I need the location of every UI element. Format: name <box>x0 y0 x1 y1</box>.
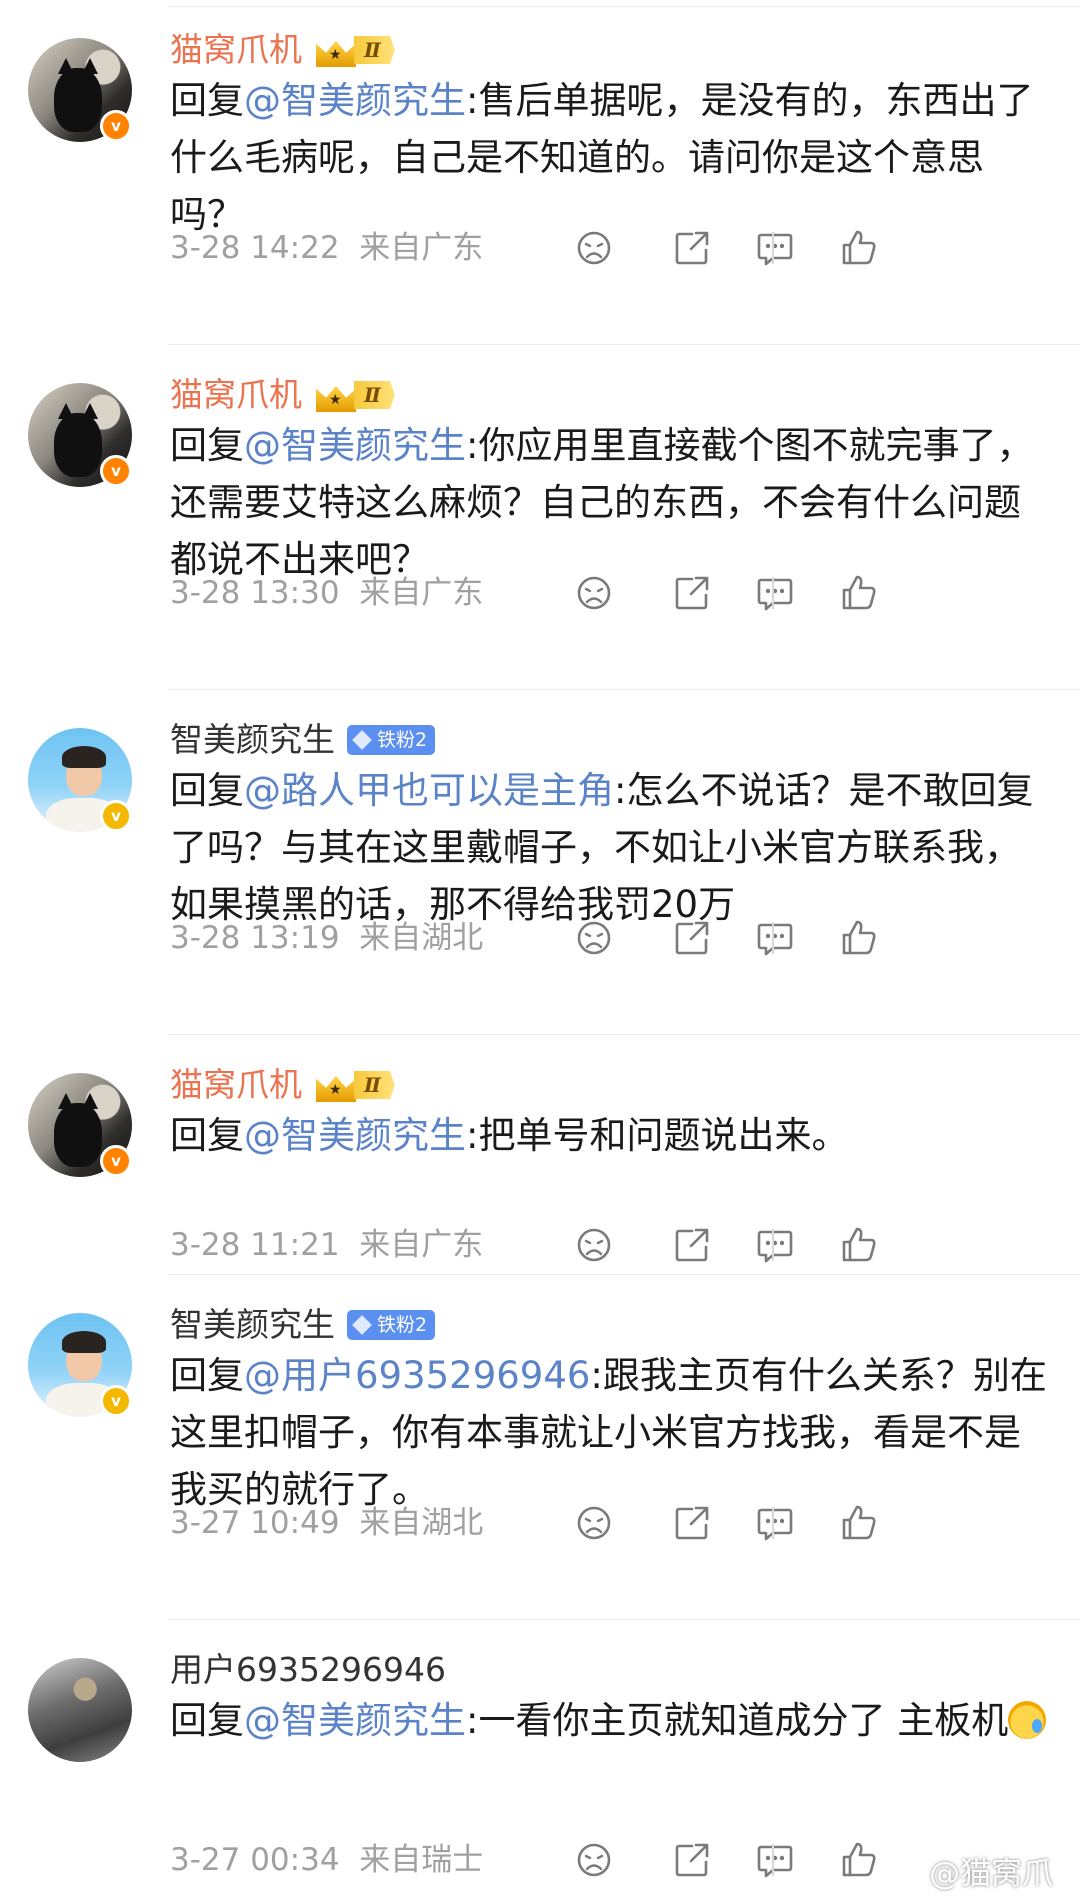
comment-icon[interactable] <box>753 1838 797 1882</box>
comment-text: 回复@智美颜究生:把单号和问题说出来。 <box>170 1114 849 1157</box>
dislike-icon[interactable] <box>572 916 616 960</box>
comment-item: v 智美颜究生 铁粉2 回复@路人甲也可以是主角:怎么不说话？是不敢回复了吗？与… <box>0 690 1080 1035</box>
comment-icon[interactable] <box>753 571 797 615</box>
fan-badge[interactable]: 铁粉2 <box>347 725 436 755</box>
like-icon[interactable] <box>837 226 881 270</box>
share-icon[interactable] <box>670 1501 714 1545</box>
verified-icon: v <box>100 455 132 487</box>
vip-badge[interactable]: ★ Ⅱ <box>314 32 395 68</box>
fan-badge[interactable]: 铁粉2 <box>347 1310 436 1340</box>
verified-icon: v <box>100 1145 132 1177</box>
comment-icon[interactable] <box>753 1501 797 1545</box>
comment-item: v 智美颜究生 铁粉2 回复@用户6935296946:跟我主页有什么关系？别在… <box>0 1275 1080 1620</box>
share-icon[interactable] <box>670 226 714 270</box>
action-bar <box>0 226 1080 274</box>
username[interactable]: 猫窝爪机 <box>170 30 302 70</box>
vip-badge[interactable]: ★ Ⅱ <box>314 377 395 413</box>
avatar[interactable] <box>28 1658 132 1762</box>
comment-text: 回复@用户6935296946:跟我主页有什么关系？别在这里扣帽子，你有本事就让… <box>170 1354 1047 1511</box>
comment-item: v 猫窝爪机 ★ Ⅱ 回复@智美颜究生:把单号和问题说出来。 3-28 11:2… <box>0 1035 1080 1275</box>
mention-link[interactable]: @用户6935296946 <box>244 1354 590 1397</box>
verified-icon: v <box>100 800 132 832</box>
mention-link[interactable]: @智美颜究生 <box>244 1114 466 1157</box>
username[interactable]: 智美颜究生 <box>170 720 335 760</box>
divider <box>772 1507 774 1539</box>
username[interactable]: 猫窝爪机 <box>170 1065 302 1105</box>
action-bar <box>0 1223 1080 1271</box>
comment-item: v 猫窝爪机 ★ Ⅱ 回复@智美颜究生:售后单据呢，是没有的，东西出了什么毛病呢… <box>0 0 1080 345</box>
like-icon[interactable] <box>837 1223 881 1267</box>
comment-text: 回复@智美颜究生:你应用里直接截个图不就完事了，还需要艾特这么麻烦？自己的东西，… <box>170 424 1034 581</box>
like-icon[interactable] <box>837 1501 881 1545</box>
divider <box>772 1844 774 1876</box>
share-icon[interactable] <box>670 916 714 960</box>
divider <box>772 577 774 609</box>
comment-text: 回复@智美颜究生:售后单据呢，是没有的，东西出了什么毛病呢，自己是不知道的。请问… <box>170 79 1034 236</box>
like-icon[interactable] <box>837 916 881 960</box>
comment-icon[interactable] <box>753 226 797 270</box>
share-icon[interactable] <box>670 571 714 615</box>
username[interactable]: 用户6935296946 <box>170 1650 446 1690</box>
mention-link[interactable]: @智美颜究生 <box>244 424 466 467</box>
dislike-icon[interactable] <box>572 571 616 615</box>
divider <box>772 922 774 954</box>
diamond-icon <box>352 730 372 750</box>
watermark: @猫窝爪机 <box>888 1848 1080 1898</box>
username[interactable]: 智美颜究生 <box>170 1305 335 1345</box>
mention-link[interactable]: @智美颜究生 <box>244 1699 466 1742</box>
mention-link[interactable]: @智美颜究生 <box>244 79 466 122</box>
crown-icon: ★ <box>314 33 358 67</box>
dislike-icon[interactable] <box>572 1223 616 1267</box>
comment-list: v 猫窝爪机 ★ Ⅱ 回复@智美颜究生:售后单据呢，是没有的，东西出了什么毛病呢… <box>0 0 1080 1898</box>
dislike-icon[interactable] <box>572 1501 616 1545</box>
divider <box>772 232 774 264</box>
share-icon[interactable] <box>670 1223 714 1267</box>
crown-icon: ★ <box>314 1068 358 1102</box>
like-icon[interactable] <box>837 1838 881 1882</box>
comment-text: 回复@路人甲也可以是主角:怎么不说话？是不敢回复了吗？与其在这里戴帽子，不如让小… <box>170 769 1034 926</box>
verified-icon: v <box>100 110 132 142</box>
username[interactable]: 猫窝爪机 <box>170 375 302 415</box>
dislike-icon[interactable] <box>572 1838 616 1882</box>
vip-badge[interactable]: ★ Ⅱ <box>314 1067 395 1103</box>
weibo-logo-icon <box>888 1881 921 1898</box>
diamond-icon <box>352 1315 372 1335</box>
comment-icon[interactable] <box>753 1223 797 1267</box>
crown-icon: ★ <box>314 378 358 412</box>
action-bar <box>0 1501 1080 1549</box>
mention-link[interactable]: @路人甲也可以是主角 <box>244 769 614 812</box>
action-bar <box>0 571 1080 619</box>
dislike-icon[interactable] <box>572 226 616 270</box>
comment-text: 回复@智美颜究生:一看你主页就知道成分了 主板机 <box>170 1692 1050 1749</box>
comment-item: v 猫窝爪机 ★ Ⅱ 回复@智美颜究生:你应用里直接截个图不就完事了，还需要艾特… <box>0 345 1080 690</box>
share-icon[interactable] <box>670 1838 714 1882</box>
action-bar <box>0 916 1080 964</box>
emoji-icon <box>1008 1701 1047 1739</box>
divider <box>772 1229 774 1261</box>
like-icon[interactable] <box>837 571 881 615</box>
verified-icon: v <box>100 1385 132 1417</box>
comment-icon[interactable] <box>753 916 797 960</box>
